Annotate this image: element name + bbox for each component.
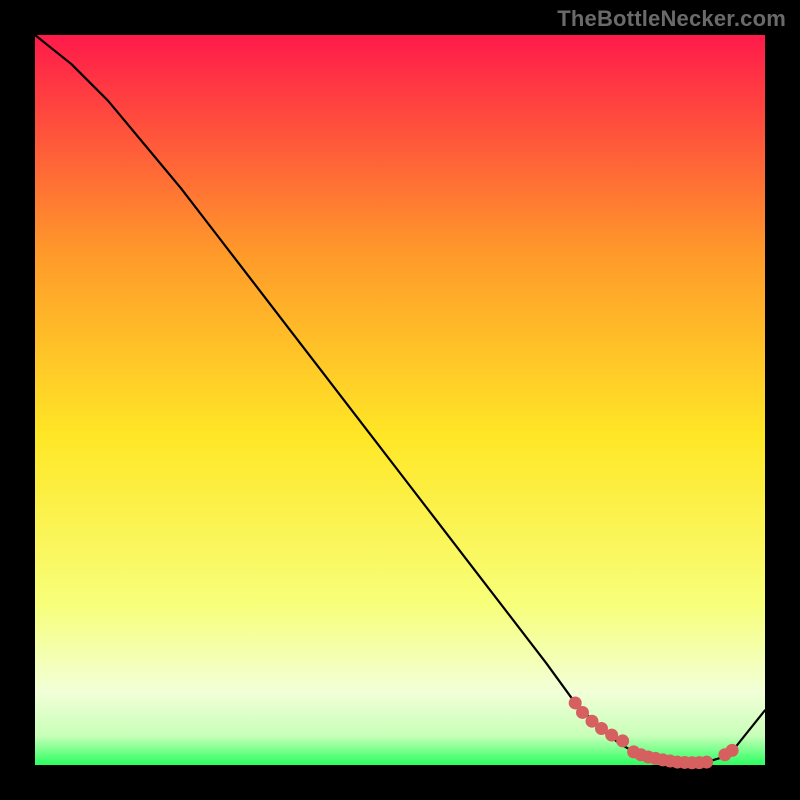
marker-dot [605, 729, 618, 742]
watermark-text: TheBottleNecker.com [557, 6, 786, 32]
marker-dot [700, 756, 713, 769]
marker-dot [726, 744, 739, 757]
marker-dot [616, 734, 629, 747]
chart-svg [0, 0, 800, 800]
chart-container: TheBottleNecker.com [0, 0, 800, 800]
